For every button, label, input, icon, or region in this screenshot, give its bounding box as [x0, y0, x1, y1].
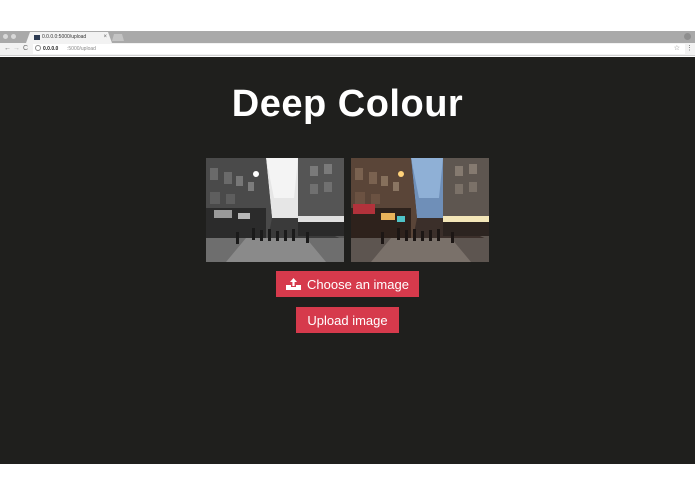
- browser-tab[interactable]: 0.0.0.0:5000/upload ×: [26, 32, 112, 43]
- upload-icon: [286, 278, 302, 290]
- window-minimize-dot[interactable]: [11, 34, 16, 39]
- url-path: :5000/upload: [67, 46, 96, 52]
- favicon-icon: [34, 35, 40, 40]
- back-button[interactable]: ←: [4, 44, 11, 54]
- browser-tab-strip: 0.0.0.0:5000/upload ×: [0, 31, 695, 43]
- new-tab-button[interactable]: [112, 34, 124, 41]
- window-top-margin: [0, 0, 695, 31]
- browser-toolbar: ← → C 0.0.0.0 :5000/upload ☆ ⋮: [0, 43, 695, 56]
- choose-image-button[interactable]: Choose an image: [276, 271, 419, 297]
- grayscale-photo: [206, 158, 344, 262]
- info-icon[interactable]: [35, 45, 41, 51]
- address-bar[interactable]: 0.0.0.0 :5000/upload ☆: [33, 44, 685, 54]
- profile-icon[interactable]: [684, 33, 691, 40]
- url-host: 0.0.0.0: [43, 46, 59, 52]
- browser-menu-icon[interactable]: ⋮: [686, 44, 693, 54]
- reload-button[interactable]: C: [23, 44, 28, 54]
- upload-image-button[interactable]: Upload image: [296, 307, 399, 333]
- page-content: Deep Colour Choose an image Upload image: [0, 57, 695, 464]
- colourised-photo: [351, 158, 489, 262]
- tab-close-icon[interactable]: ×: [103, 33, 107, 41]
- forward-button[interactable]: →: [13, 44, 20, 54]
- window-bottom-margin: [0, 464, 695, 494]
- page-title: Deep Colour: [231, 83, 464, 125]
- window-close-dot[interactable]: [3, 34, 8, 39]
- tab-title: 0.0.0.0:5000/upload: [42, 34, 87, 40]
- bookmark-star-icon[interactable]: ☆: [674, 44, 680, 54]
- choose-image-label: Choose an image: [307, 276, 409, 292]
